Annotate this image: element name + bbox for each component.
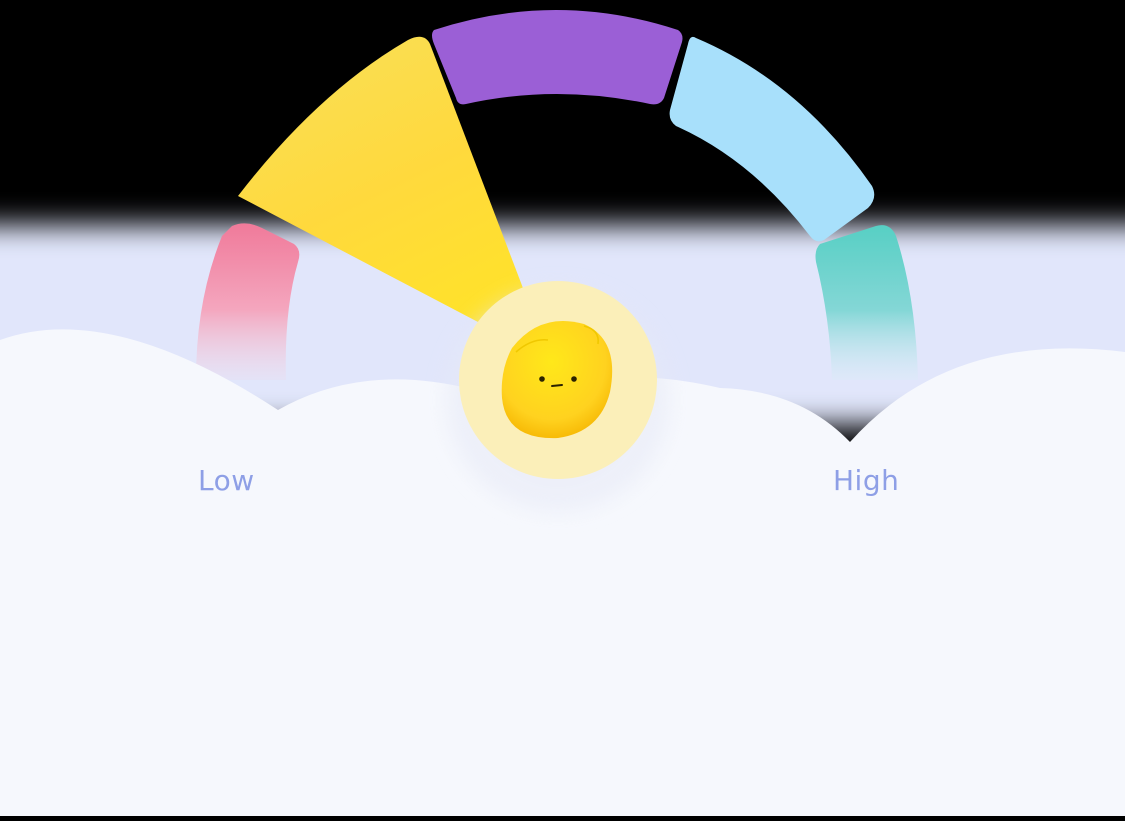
gauge-segment-3[interactable] [432, 10, 683, 105]
scale-high-label: High [833, 464, 900, 497]
mood-gauge [0, 10, 1125, 816]
scale-low-label: Low [198, 464, 255, 497]
gauge-segment-4[interactable] [669, 36, 875, 242]
mood-scale-screen: Low High [0, 0, 1125, 816]
